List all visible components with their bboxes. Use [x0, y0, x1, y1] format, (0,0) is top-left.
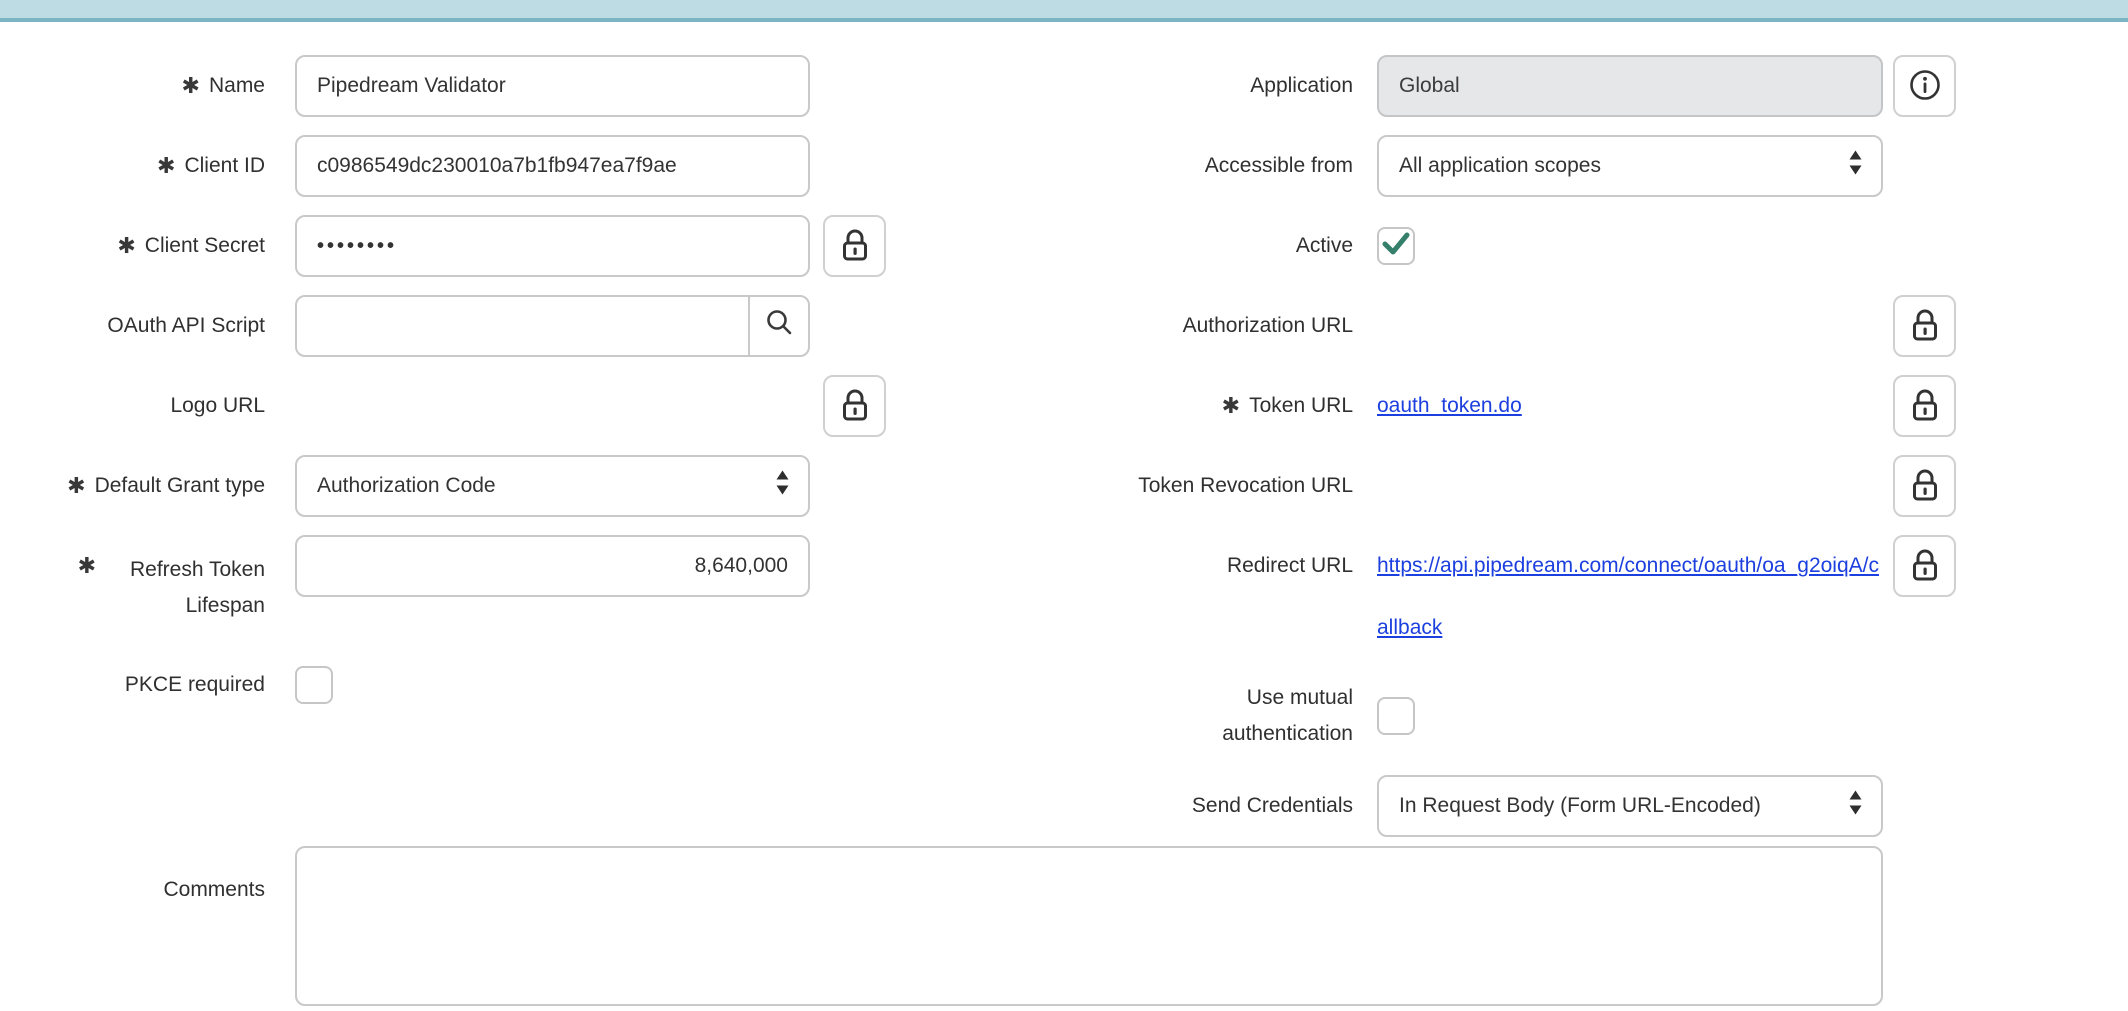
reference-search-button[interactable]: [748, 297, 808, 355]
accessible-from-select[interactable]: All application scopes: [1377, 135, 1883, 197]
lock-icon: [840, 228, 870, 265]
field-row-client-secret: Client Secret: [0, 206, 1064, 286]
required-asterisk-icon: [182, 72, 200, 101]
field-row-accessible-from: Accessible from All application scopes: [1064, 126, 2128, 206]
token-url-link[interactable]: oauth_token.do: [1377, 394, 1522, 417]
name-input[interactable]: [295, 55, 810, 117]
form-column-left: Name Client ID Client Secret: [0, 46, 1064, 746]
client-id-input[interactable]: [295, 135, 810, 197]
application-info-button[interactable]: [1893, 55, 1956, 117]
required-asterisk-icon: [78, 552, 96, 581]
send-credentials-select[interactable]: In Request Body (Form URL-Encoded): [1377, 775, 1883, 837]
info-icon: [1908, 68, 1942, 105]
refresh-token-lifespan-label: Refresh Token Lifespan: [105, 552, 265, 624]
field-row-comments: Comments: [0, 846, 2128, 1011]
field-row-logo-url: Logo URL: [0, 366, 1064, 446]
default-grant-type-select[interactable]: Authorization Code: [295, 455, 810, 517]
lock-icon: [840, 388, 870, 425]
application-label: Application: [1250, 72, 1353, 100]
field-row-token-revocation-url: Token Revocation URL: [1064, 446, 2128, 526]
active-label: Active: [1296, 232, 1353, 260]
accessible-from-value: All application scopes: [1399, 154, 1601, 178]
lock-icon: [1910, 548, 1940, 585]
use-mutual-authentication-checkbox[interactable]: [1377, 697, 1415, 735]
field-row-use-mutual-authentication: Use mutual authentication: [1064, 666, 2128, 766]
field-row-application: Application: [1064, 46, 2128, 126]
oauth-api-script-label: OAuth API Script: [107, 312, 265, 340]
field-row-client-id: Client ID: [0, 126, 1064, 206]
field-row-authorization-url: Authorization URL: [1064, 286, 2128, 366]
token-url-label: Token URL: [1249, 392, 1353, 420]
logo-url-label: Logo URL: [170, 392, 265, 420]
checkmark-icon: [1381, 231, 1411, 262]
field-row-name: Name: [0, 46, 1064, 126]
send-credentials-label: Send Credentials: [1192, 792, 1353, 820]
field-row-token-url: Token URL oauth_token.do: [1064, 366, 2128, 446]
oauth-api-script-lookup: [295, 295, 810, 357]
oauth-api-script-input[interactable]: [297, 297, 748, 355]
pkce-required-checkbox[interactable]: [295, 666, 333, 704]
pkce-required-label: PKCE required: [125, 671, 265, 699]
lock-icon: [1910, 388, 1940, 425]
logo-url-lock-button[interactable]: [823, 375, 886, 437]
select-updown-icon: [1848, 150, 1863, 183]
field-row-redirect-url: Redirect URL https://api.pipedream.com/c…: [1064, 526, 2128, 666]
select-updown-icon: [775, 470, 790, 503]
select-updown-icon: [1848, 790, 1863, 823]
form-column-right: Application Accessible from All: [1064, 46, 2128, 846]
search-icon: [763, 307, 795, 345]
application-input: [1377, 55, 1883, 117]
top-accent-bar: [0, 0, 2128, 22]
field-row-default-grant-type: Default Grant type Authorization Code: [0, 446, 1064, 526]
redirect-url-link[interactable]: https://api.pipedream.com/connect/oauth/…: [1377, 535, 1883, 659]
send-credentials-value: In Request Body (Form URL-Encoded): [1399, 794, 1761, 818]
client-secret-label: Client Secret: [145, 232, 265, 260]
token-revocation-url-lock-button[interactable]: [1893, 455, 1956, 517]
comments-textarea[interactable]: [295, 846, 1883, 1006]
token-revocation-url-label: Token Revocation URL: [1138, 472, 1353, 500]
default-grant-type-label: Default Grant type: [95, 472, 265, 500]
client-secret-input[interactable]: [295, 215, 810, 277]
name-label: Name: [209, 72, 265, 100]
required-asterisk-icon: [157, 152, 175, 181]
default-grant-type-value: Authorization Code: [317, 474, 496, 498]
token-url-lock-button[interactable]: [1893, 375, 1956, 437]
field-row-send-credentials: Send Credentials In Request Body (Form U…: [1064, 766, 2128, 846]
authorization-url-lock-button[interactable]: [1893, 295, 1956, 357]
field-row-refresh-token-lifespan: Refresh Token Lifespan: [0, 526, 1064, 624]
comments-label: Comments: [163, 876, 265, 904]
field-row-oauth-api-script: OAuth API Script: [0, 286, 1064, 366]
active-checkbox[interactable]: [1377, 227, 1415, 265]
accessible-from-label: Accessible from: [1205, 152, 1353, 180]
client-id-label: Client ID: [184, 152, 265, 180]
refresh-token-lifespan-input[interactable]: [295, 535, 810, 597]
redirect-url-lock-button[interactable]: [1893, 535, 1956, 597]
field-row-pkce-required: PKCE required: [0, 624, 1064, 746]
client-secret-lock-button[interactable]: [823, 215, 886, 277]
required-asterisk-icon: [1222, 392, 1240, 421]
redirect-url-label: Redirect URL: [1227, 552, 1353, 580]
authorization-url-label: Authorization URL: [1183, 312, 1353, 340]
required-asterisk-icon: [117, 232, 135, 261]
lock-icon: [1910, 308, 1940, 345]
field-row-active: Active: [1064, 206, 2128, 286]
use-mutual-authentication-label: Use mutual authentication: [1203, 680, 1353, 752]
required-asterisk-icon: [67, 472, 85, 501]
lock-icon: [1910, 468, 1940, 505]
